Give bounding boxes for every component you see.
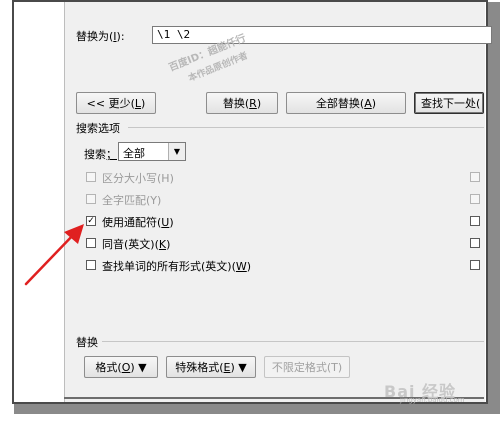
match-case-checkbox[interactable] xyxy=(86,172,96,182)
format-button[interactable]: 格式(O) ▼ xyxy=(84,356,158,378)
search-direction-label: 搜索； xyxy=(84,148,117,161)
right-option-checkbox-4[interactable] xyxy=(470,238,480,248)
baidu-jingyan-url: jingyan.baidu.com xyxy=(400,396,465,404)
less-button[interactable]: << 更少(L) xyxy=(76,92,156,114)
match-case-label: 区分大小写(H) xyxy=(102,172,174,185)
replace-section-title: 替换 xyxy=(76,336,98,349)
no-formatting-button[interactable]: 不限定格式(T) xyxy=(264,356,350,378)
replace-with-input[interactable]: \1 \2 xyxy=(152,26,492,44)
replace-with-label: 替换为(I): xyxy=(76,30,125,43)
right-option-checkbox-5[interactable] xyxy=(470,260,480,270)
replace-button[interactable]: 替换(R) xyxy=(206,92,278,114)
find-next-button[interactable]: 查找下一处( xyxy=(414,92,484,114)
sounds-like-label: 同音(英文)(K) xyxy=(102,238,171,251)
search-direction-select[interactable]: 全部 ▼ xyxy=(118,142,186,161)
dropdown-arrow-icon[interactable]: ▼ xyxy=(168,143,185,160)
search-options-divider xyxy=(128,127,484,128)
right-option-checkbox-1[interactable] xyxy=(470,172,480,182)
replace-section-divider xyxy=(102,341,484,342)
search-direction-value: 全部 xyxy=(123,147,145,160)
right-option-checkbox-2[interactable] xyxy=(470,194,480,204)
whole-word-checkbox[interactable] xyxy=(86,194,96,204)
search-options-title: 搜索选项 xyxy=(76,122,120,135)
right-option-checkbox-3[interactable] xyxy=(470,216,480,226)
special-format-button[interactable]: 特殊格式(E) ▼ xyxy=(166,356,256,378)
replace-all-button[interactable]: 全部替换(A) xyxy=(286,92,406,114)
all-word-forms-label: 查找单词的所有形式(英文)(W) xyxy=(102,260,252,273)
whole-word-label: 全字匹配(Y) xyxy=(102,194,162,207)
use-wildcards-label: 使用通配符(U) xyxy=(102,216,174,229)
red-arrow-icon xyxy=(24,224,84,286)
